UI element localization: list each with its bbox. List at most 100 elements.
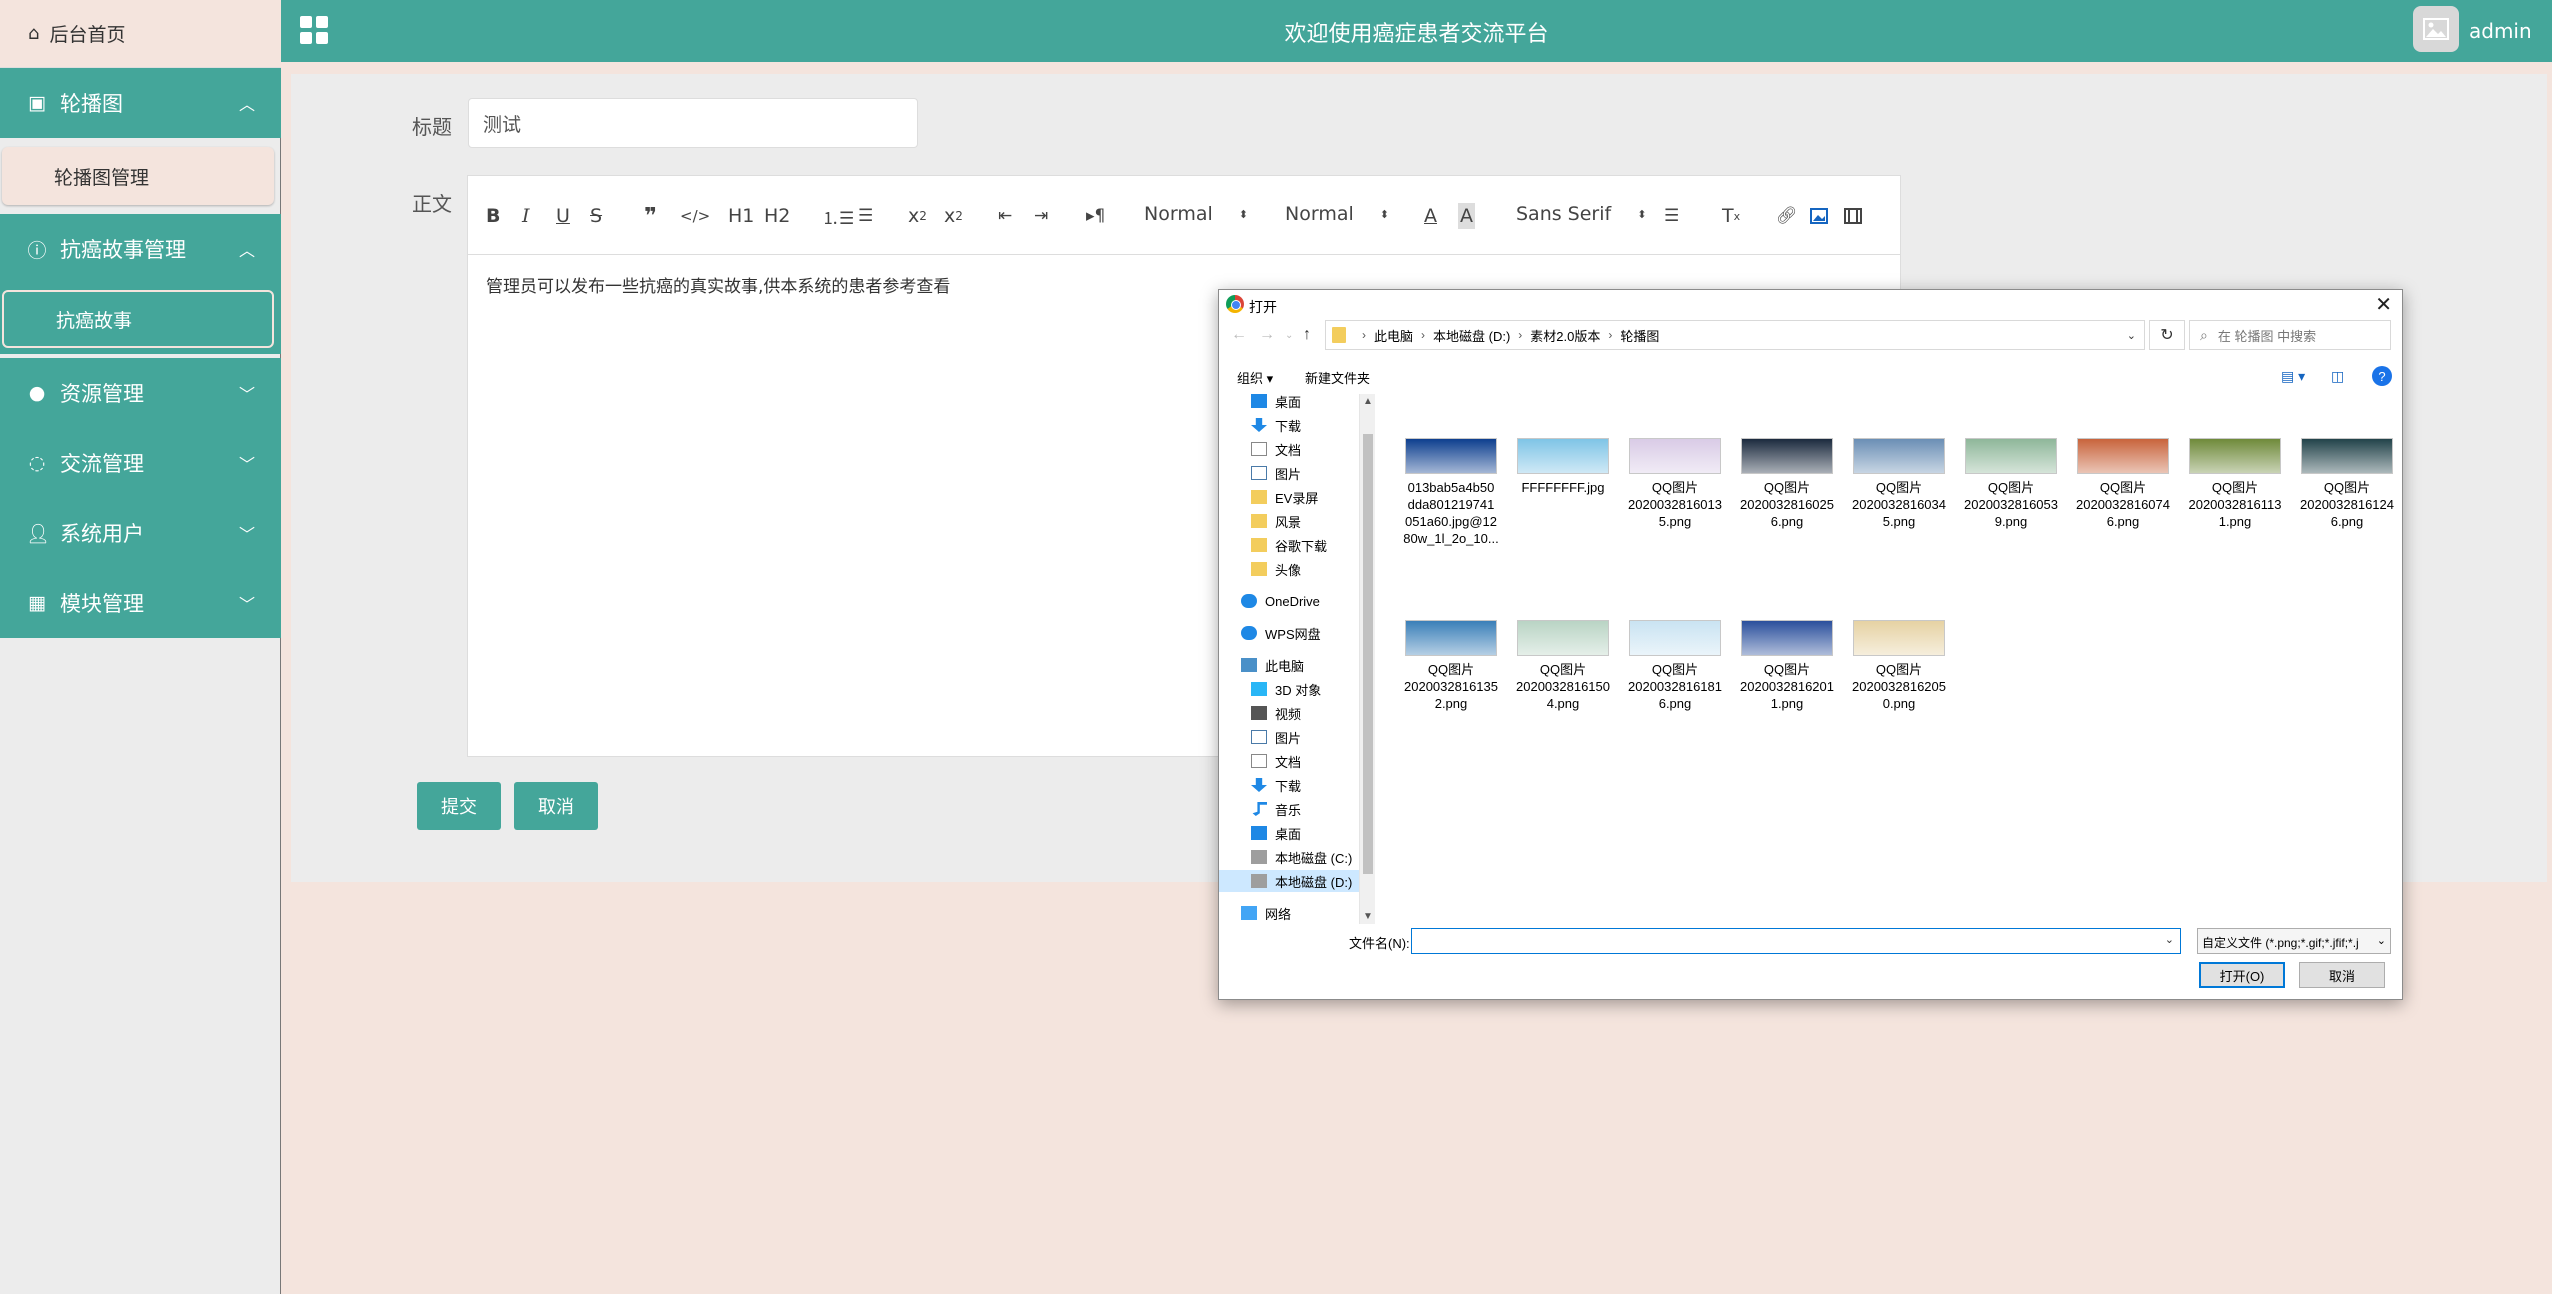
- nav-item[interactable]: 视频: [1251, 702, 1301, 724]
- sidebar-group-carousel[interactable]: ▣ 轮播图 ︿: [0, 68, 281, 138]
- preview-pane-icon[interactable]: ◫: [2331, 368, 2344, 385]
- title-input[interactable]: 测试: [468, 98, 918, 148]
- nav-item[interactable]: WPS网盘: [1241, 622, 1321, 644]
- heading2-icon[interactable]: H2: [764, 203, 790, 229]
- nav-item[interactable]: 3D 对象: [1251, 678, 1321, 700]
- cancel-button[interactable]: 取消: [514, 782, 598, 830]
- text-direction-icon[interactable]: ▸¶: [1086, 203, 1105, 229]
- scrollbar-thumb[interactable]: [1363, 434, 1373, 874]
- bullet-list-icon[interactable]: ☰: [858, 203, 873, 229]
- nav-item[interactable]: 下载: [1251, 774, 1301, 796]
- scroll-down-icon[interactable]: ▼: [1363, 911, 1373, 922]
- size-select-1[interactable]: Normal ⬍: [1144, 203, 1248, 225]
- nav-item[interactable]: 网络: [1241, 902, 1291, 924]
- italic-icon[interactable]: I: [522, 203, 530, 229]
- link-icon[interactable]: 🔗︎: [1776, 203, 1798, 229]
- sidebar-item-stories[interactable]: 抗癌故事: [2, 290, 274, 348]
- nav-item[interactable]: EV录屏: [1251, 486, 1318, 508]
- submit-button[interactable]: 提交: [417, 782, 501, 830]
- file-item[interactable]: QQ图片 2020032816113 1.png: [2185, 438, 2285, 530]
- chevron-down-icon[interactable]: ⌄: [2165, 933, 2174, 946]
- superscript-icon[interactable]: x2: [944, 203, 963, 229]
- back-icon[interactable]: ←: [1231, 326, 1247, 344]
- file-item[interactable]: QQ图片 2020032816053 9.png: [1961, 438, 2061, 530]
- ordered-list-icon[interactable]: ⒈☰: [822, 203, 854, 229]
- breadcrumb-item[interactable]: 素材2.0版本: [1530, 326, 1600, 345]
- scroll-up-icon[interactable]: ▲: [1363, 396, 1373, 407]
- chevron-down-icon[interactable]: ⌄: [1285, 330, 1293, 341]
- organize-menu[interactable]: 组织 ▾: [1237, 368, 1273, 387]
- file-item[interactable]: QQ图片 2020032816205 0.png: [1849, 620, 1949, 712]
- filetype-select[interactable]: 自定义文件 (*.png;*.gif;*.jfif;*.j ⌄: [2197, 928, 2391, 954]
- file-item[interactable]: QQ图片 2020032816025 6.png: [1737, 438, 1837, 530]
- nav-item[interactable]: 下载📌︎: [1251, 414, 1301, 436]
- background-color-icon[interactable]: A: [1458, 203, 1475, 229]
- font-select[interactable]: Sans Serif ⬍: [1516, 203, 1646, 225]
- size-select-2[interactable]: Normal ⬍: [1285, 203, 1389, 225]
- sidebar-group-stories[interactable]: ⓘ 抗癌故事管理 ︿: [0, 214, 281, 284]
- username[interactable]: admin: [2469, 19, 2532, 43]
- help-icon[interactable]: ?: [2372, 366, 2392, 386]
- clear-format-icon[interactable]: Tx: [1722, 203, 1740, 229]
- close-icon[interactable]: ✕: [2375, 292, 2392, 317]
- video-icon[interactable]: [1844, 203, 1862, 229]
- up-icon[interactable]: ↑: [1303, 326, 1311, 344]
- dialog-cancel-button[interactable]: 取消: [2299, 962, 2385, 988]
- nav-item[interactable]: 音乐: [1251, 798, 1301, 820]
- file-item[interactable]: 013bab5a4b50 dda801219741 051a60.jpg@12 80w…: [1401, 438, 1501, 547]
- nav-item[interactable]: 图片📌︎: [1251, 462, 1301, 484]
- font-color-icon[interactable]: A: [1424, 203, 1437, 229]
- nav-item[interactable]: 本地磁盘 (C:): [1251, 846, 1352, 868]
- forward-icon[interactable]: →: [1259, 326, 1275, 344]
- sidebar-item-home[interactable]: ⌂ 后台首页: [0, 0, 281, 68]
- address-bar[interactable]: › 此电脑 › 本地磁盘 (D:) › 素材2.0版本 › 轮播图 ⌄: [1325, 320, 2145, 350]
- indent-icon[interactable]: ⇥: [1034, 203, 1048, 229]
- filename-input[interactable]: ⌄: [1411, 928, 2181, 954]
- sidebar-group-resources[interactable]: ● 资源管理 ﹀: [0, 358, 281, 428]
- underline-icon[interactable]: U: [556, 203, 570, 229]
- editor-content[interactable]: 管理员可以发布一些抗癌的真实故事,供本系统的患者参考查看: [486, 272, 950, 297]
- image-icon[interactable]: [1810, 203, 1828, 229]
- file-item[interactable]: QQ图片 2020032816074 6.png: [2073, 438, 2173, 530]
- bold-icon[interactable]: B: [486, 203, 500, 229]
- avatar[interactable]: [2413, 6, 2459, 52]
- chevron-down-icon[interactable]: ⌄: [2127, 329, 2136, 342]
- breadcrumb-item[interactable]: 此电脑: [1374, 326, 1413, 345]
- sidebar-item-carousel-management[interactable]: 轮播图管理: [2, 147, 274, 205]
- nav-item[interactable]: 桌面📌︎: [1251, 394, 1301, 412]
- nav-item[interactable]: 头像: [1251, 558, 1301, 580]
- heading1-icon[interactable]: H1: [728, 203, 754, 229]
- nav-item[interactable]: OneDrive: [1241, 590, 1320, 612]
- nav-item[interactable]: 桌面: [1251, 822, 1301, 844]
- file-item[interactable]: QQ图片 2020032816135 2.png: [1401, 620, 1501, 712]
- file-item[interactable]: QQ图片 2020032816034 5.png: [1849, 438, 1949, 530]
- align-icon[interactable]: ☰: [1664, 203, 1679, 229]
- file-item[interactable]: FFFFFFFF.jpg: [1513, 438, 1613, 496]
- nav-item[interactable]: 本地磁盘 (D:): [1219, 870, 1359, 892]
- new-folder-button[interactable]: 新建文件夹: [1305, 368, 1370, 387]
- blockquote-icon[interactable]: ❞: [644, 203, 657, 229]
- subscript-icon[interactable]: x2: [908, 203, 927, 229]
- sidebar-group-exchange[interactable]: ◌ 交流管理 ﹀: [0, 428, 281, 498]
- breadcrumb-item[interactable]: 轮播图: [1620, 326, 1659, 345]
- nav-item[interactable]: 图片: [1251, 726, 1301, 748]
- search-input[interactable]: ⌕ 在 轮播图 中搜索: [2189, 320, 2391, 350]
- file-item[interactable]: QQ图片 2020032816181 6.png: [1625, 620, 1725, 712]
- open-button[interactable]: 打开(O): [2199, 962, 2285, 988]
- nav-item[interactable]: 文档📌︎: [1251, 438, 1301, 460]
- nav-scrollbar[interactable]: ▲ ▼: [1359, 394, 1375, 924]
- nav-item[interactable]: 谷歌下载: [1251, 534, 1327, 556]
- nav-item[interactable]: 风景: [1251, 510, 1301, 532]
- view-options-icon[interactable]: ▤ ▾: [2281, 368, 2305, 385]
- sidebar-group-modules[interactable]: ▦ 模块管理 ﹀: [0, 568, 281, 638]
- file-item[interactable]: QQ图片 2020032816201 1.png: [1737, 620, 1837, 712]
- breadcrumb-item[interactable]: 本地磁盘 (D:): [1433, 326, 1510, 345]
- file-item[interactable]: QQ图片 2020032816013 5.png: [1625, 438, 1725, 530]
- file-item[interactable]: QQ图片 2020032816150 4.png: [1513, 620, 1613, 712]
- file-item[interactable]: QQ图片 2020032816124 6.png: [2297, 438, 2397, 530]
- nav-item[interactable]: 此电脑: [1241, 654, 1304, 676]
- code-icon[interactable]: </>: [680, 203, 710, 229]
- strikethrough-icon[interactable]: S: [590, 203, 602, 229]
- sidebar-group-users[interactable]: 👤︎ 系统用户 ﹀: [0, 498, 281, 568]
- nav-item[interactable]: 文档: [1251, 750, 1301, 772]
